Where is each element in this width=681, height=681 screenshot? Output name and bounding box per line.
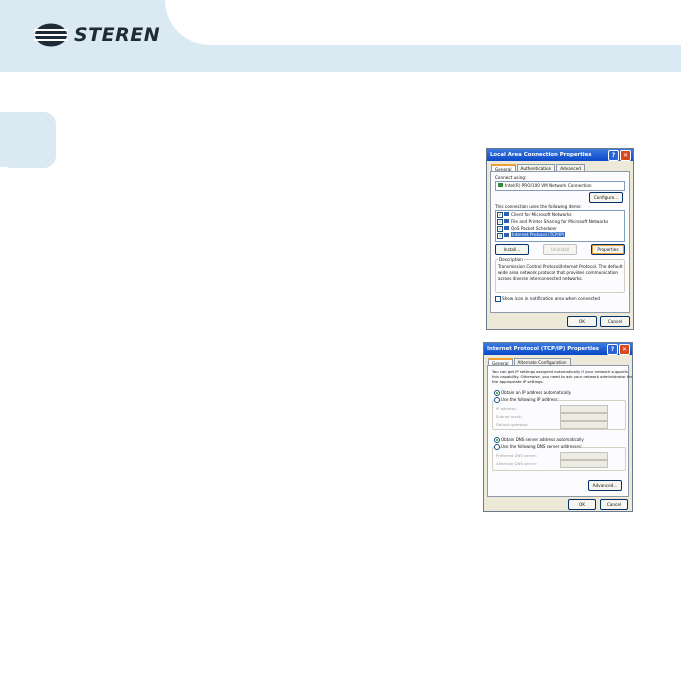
ok-button[interactable]: OK [567, 316, 597, 327]
obtain-dns-auto-label: Obtain DNS server address automatically [501, 437, 584, 442]
qos-icon [504, 226, 509, 230]
item-label-3: QoS Packet Scheduler [511, 226, 557, 231]
dialog1-title: Local Area Connection Properties [490, 152, 592, 158]
file-sharing-icon [504, 219, 509, 223]
show-icon-checkbox[interactable] [495, 296, 501, 302]
tcpip-icon [504, 233, 509, 237]
ip-address-field[interactable] [560, 405, 608, 413]
item-label-2: File and Printer Sharing for Microsoft N… [511, 219, 609, 224]
steren-logo-icon [34, 23, 68, 47]
items-label: This connection uses the following items… [495, 204, 582, 209]
item-label-1: Client for Microsoft Networks [511, 212, 572, 217]
adapter-name: Intel(R) PRO/100 VM Network Connection [505, 183, 592, 188]
use-following-dns-radio[interactable] [494, 444, 500, 450]
header-white-shape [165, 0, 681, 45]
subnet-mask-field[interactable] [560, 413, 608, 421]
dialog2-titlebar: Internet Protocol (TCP/IP) Properties ? … [484, 343, 632, 355]
alternate-dns-field[interactable] [560, 460, 608, 468]
dialog1-titlebar: Local Area Connection Properties ? ✕ [487, 149, 633, 161]
subnet-mask-label: Subnet mask: [496, 414, 523, 419]
description-text-3: across diverse interconnected networks. [498, 276, 583, 281]
local-area-connection-dialog: Local Area Connection Properties ? ✕ Gen… [486, 148, 634, 330]
brand-logo: STEREN [34, 20, 160, 50]
language-side-tab: ESP [0, 112, 56, 214]
default-gateway-field[interactable] [560, 421, 608, 429]
description-text-2: wide area network protocol that provides… [498, 270, 619, 275]
item-checkbox-2[interactable]: ✓ [497, 219, 503, 225]
close-button[interactable]: ✕ [619, 344, 630, 355]
properties-button[interactable]: Properties [591, 244, 625, 255]
configure-button[interactable]: Configure... [589, 192, 623, 203]
cancel-button[interactable]: Cancel [600, 316, 630, 327]
cancel-button[interactable]: Cancel [600, 499, 628, 510]
use-following-ip-label: Use the following IP address: [501, 397, 559, 402]
use-following-ip-radio[interactable] [494, 397, 500, 403]
advanced-button[interactable]: Advanced... [588, 480, 622, 491]
item-checkbox-1[interactable]: ✓ [497, 212, 503, 218]
preferred-dns-field[interactable] [560, 452, 608, 460]
uninstall-button[interactable]: Uninstall [543, 244, 577, 255]
obtain-ip-auto-label: Obtain an IP address automatically [501, 390, 572, 395]
show-icon-label: Show icon in notification area when conn… [502, 296, 600, 301]
item-checkbox-3[interactable]: ✓ [497, 226, 503, 232]
help-button[interactable]: ? [607, 344, 618, 355]
network-card-icon [498, 183, 503, 187]
default-gateway-label: Default gateway: [496, 422, 529, 427]
tcpip-properties-dialog: Internet Protocol (TCP/IP) Properties ? … [483, 342, 633, 512]
description-label: Description [498, 257, 524, 262]
dialog2-title: Internet Protocol (TCP/IP) Properties [487, 346, 599, 352]
item-label-4[interactable]: Internet Protocol (TCP/IP) [511, 232, 566, 237]
obtain-dns-auto-radio[interactable] [494, 437, 500, 443]
help-button[interactable]: ? [608, 150, 619, 161]
description-text-1: Transmission Control Protocol/Internet P… [498, 264, 623, 269]
ok-button[interactable]: OK [568, 499, 596, 510]
dialog2-panel: You can get IP settings assigned automat… [487, 365, 632, 497]
close-button[interactable]: ✕ [620, 150, 631, 161]
ip-address-label: IP address: [496, 406, 517, 411]
language-label: ESP [0, 165, 12, 214]
client-network-icon [504, 212, 509, 216]
use-following-dns-label: Use the following DNS server addresses: [501, 444, 583, 449]
preferred-dns-label: Preferred DNS server: [496, 453, 538, 458]
connect-using-label: Connect using: [495, 175, 527, 180]
obtain-ip-auto-radio[interactable] [494, 390, 500, 396]
dialog1-panel: Connect using: Intel(R) PRO/100 VM Netwo… [490, 171, 630, 313]
intro-text-3: the appropriate IP settings. [492, 379, 544, 384]
alternate-dns-label: Alternate DNS server: [496, 461, 538, 466]
brand-name: STEREN [74, 24, 161, 46]
item-checkbox-4[interactable]: ✓ [497, 233, 503, 239]
install-button[interactable]: Install... [495, 244, 529, 255]
